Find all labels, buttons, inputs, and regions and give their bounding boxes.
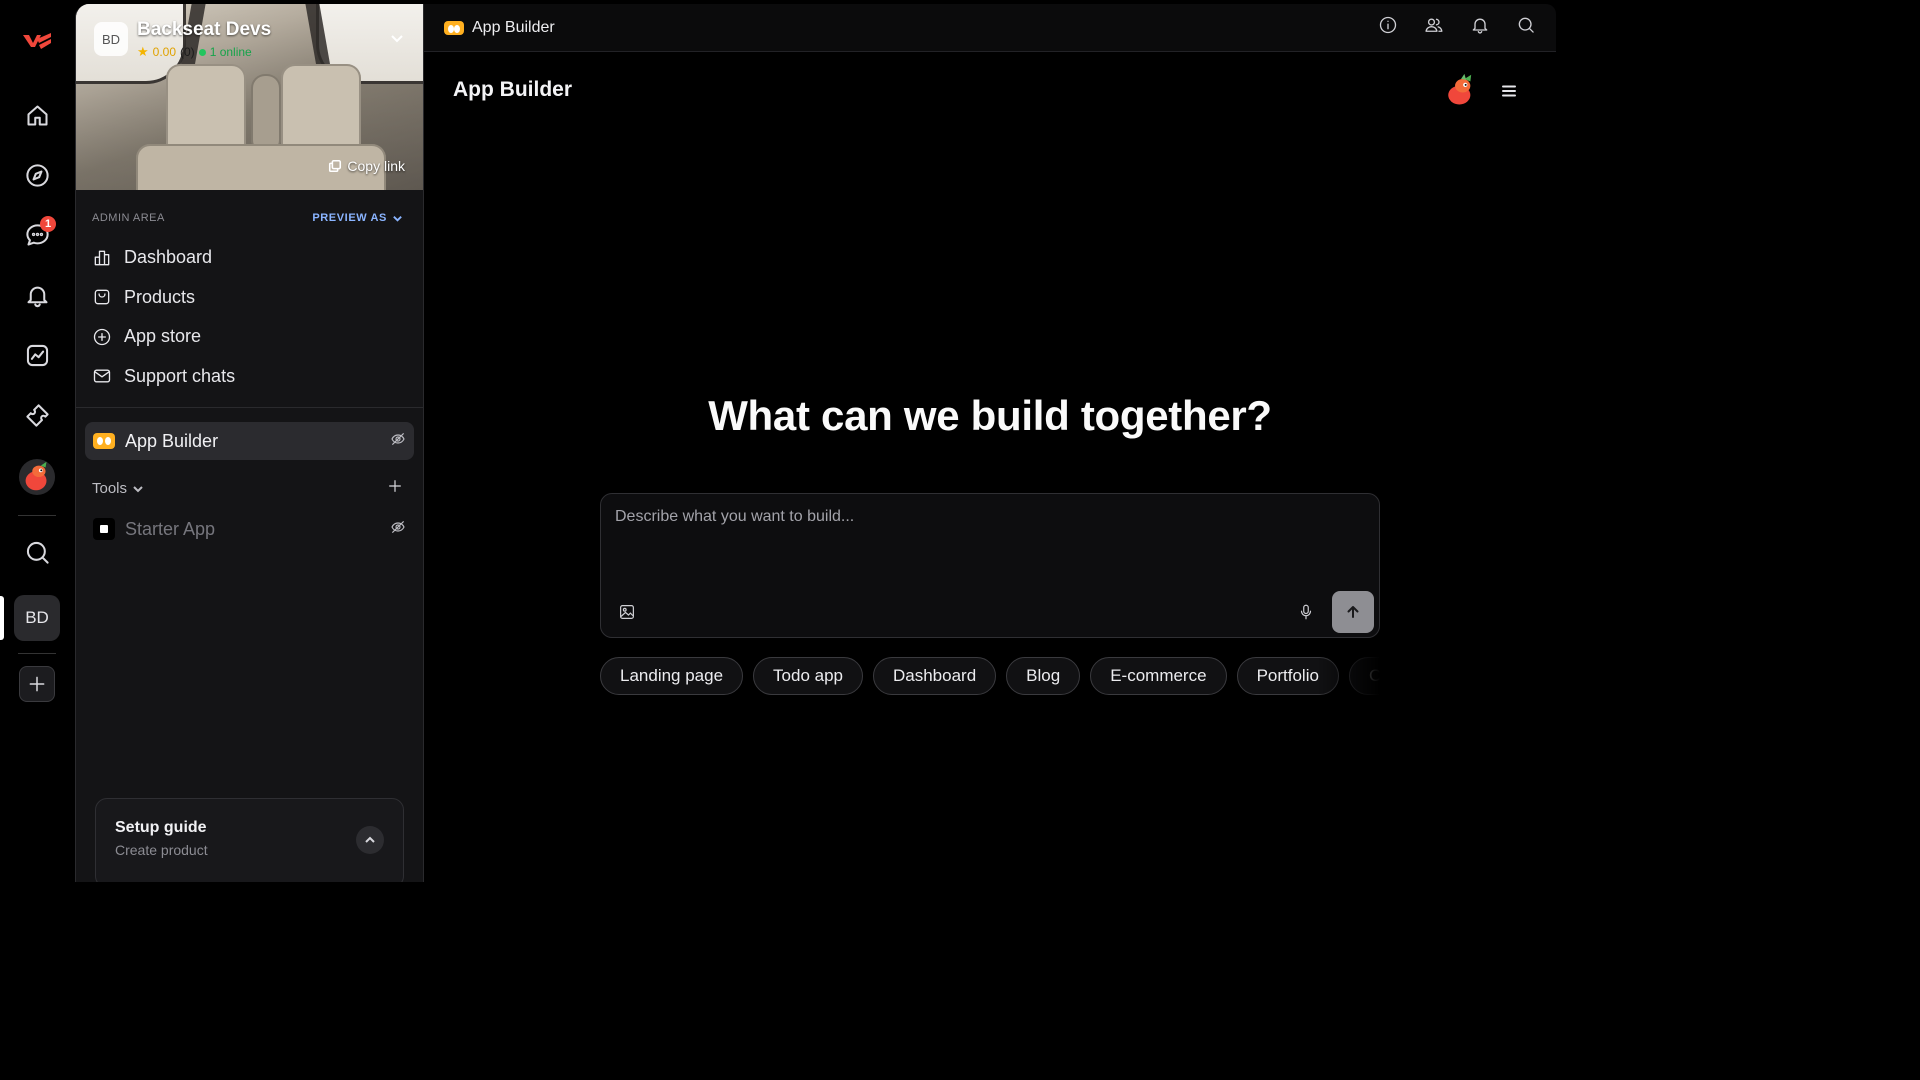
chevron-down-icon: [133, 485, 143, 492]
nav-item-products[interactable]: Products: [92, 278, 235, 318]
workspace-meta: ★ 0.00 (0) 1 online: [137, 44, 252, 60]
copy-link-label: Copy link: [347, 158, 405, 174]
nav-item-support-chats[interactable]: Support chats: [92, 357, 235, 397]
setup-guide-subtitle: Create product: [115, 842, 208, 858]
rating-value: 0.00: [152, 45, 177, 59]
cover-seat: [251, 74, 281, 154]
notification-badge: 1: [40, 216, 56, 232]
rail-active-indicator: [0, 596, 4, 640]
tools-label: Tools: [92, 480, 128, 497]
microphone-icon[interactable]: [1297, 603, 1315, 626]
starter-app-icon: [93, 518, 115, 540]
image-upload-icon[interactable]: [618, 603, 636, 626]
topbar-title-label: App Builder: [472, 18, 555, 36]
topbar-title: App Builder: [444, 19, 555, 37]
menu-icon[interactable]: [1500, 82, 1518, 105]
arrow-up-icon: [1347, 606, 1359, 618]
home-icon[interactable]: [14, 92, 60, 138]
chevron-down-icon: [393, 215, 402, 222]
setup-guide-card[interactable]: Setup guide Create product: [95, 798, 404, 882]
hero-heading: What can we build together?: [708, 392, 1272, 439]
setup-guide-title: Setup guide: [115, 819, 207, 836]
ticket-icon[interactable]: [14, 392, 60, 438]
plus-circle-icon: [93, 328, 111, 345]
send-button[interactable]: [1332, 591, 1374, 633]
chevron-down-icon[interactable]: [389, 30, 405, 51]
chevron-up-icon[interactable]: [356, 826, 384, 854]
chip-dashboard[interactable]: Dashboard: [873, 657, 997, 695]
main-content: App Builder App Builder What can we buil…: [424, 4, 1556, 882]
analytics-icon[interactable]: [14, 332, 60, 378]
rail-divider: [18, 653, 56, 654]
workspace-panel: BD Backseat Devs ★ 0.00 (0) 1 online Cop…: [75, 4, 424, 882]
nav-label: Dashboard: [124, 247, 213, 268]
app-builder-icon: [93, 433, 115, 449]
nav-label: Support chats: [124, 365, 236, 386]
nav-item-app-store[interactable]: App store: [92, 317, 235, 357]
top-bar: App Builder: [424, 4, 1556, 52]
starter-app-label: Starter App: [125, 518, 216, 539]
bar-chart-icon: [94, 250, 110, 266]
add-tool-button[interactable]: [387, 478, 403, 499]
info-icon[interactable]: [1378, 15, 1398, 40]
copy-link-button[interactable]: Copy link: [328, 158, 405, 174]
sidebar-item-starter-app[interactable]: Starter App: [93, 512, 406, 546]
online-dot-icon: [198, 48, 206, 56]
rating-count: (0): [180, 45, 195, 59]
workspace-cover: BD Backseat Devs ★ 0.00 (0) 1 online Cop…: [76, 4, 423, 190]
search-icon[interactable]: [1516, 15, 1536, 40]
bell-icon[interactable]: [1470, 15, 1490, 40]
chip-portfolio[interactable]: Portfolio: [1236, 657, 1339, 695]
compass-icon[interactable]: [14, 152, 60, 198]
workspace-avatar: BD: [94, 22, 128, 56]
search-icon[interactable]: [14, 529, 60, 575]
preview-as-label: PREVIEW AS: [312, 212, 387, 224]
mail-icon: [93, 369, 111, 383]
chip-todo-app[interactable]: Todo app: [753, 657, 863, 695]
prompt-input[interactable]: [615, 508, 1365, 578]
admin-nav: Dashboard Products App store Support cha…: [92, 238, 235, 396]
mascot-icon[interactable]: [1444, 72, 1478, 108]
workspace-switcher[interactable]: BD: [14, 595, 60, 641]
copy-icon: [329, 159, 342, 173]
members-icon[interactable]: [1424, 15, 1444, 40]
plus-icon: [29, 676, 45, 692]
nav-item-dashboard[interactable]: Dashboard: [92, 238, 235, 278]
tools-section-header: Tools: [92, 478, 403, 499]
brand-logo[interactable]: [14, 18, 60, 64]
suggestion-chips: Landing page Todo app Dashboard Blog E-c…: [600, 657, 1380, 697]
chat-icon[interactable]: 1: [14, 212, 60, 258]
app-builder-label: App Builder: [125, 430, 219, 451]
star-icon: ★: [137, 44, 149, 59]
eye-off-icon[interactable]: [390, 431, 406, 452]
sidebar-item-app-builder[interactable]: App Builder: [85, 422, 414, 460]
admin-area-label: ADMIN AREA: [92, 212, 165, 224]
online-count: 1 online: [209, 45, 252, 59]
nav-label: App store: [124, 326, 202, 347]
workspace-name[interactable]: Backseat Devs: [137, 19, 271, 41]
app-builder-icon: [444, 20, 464, 35]
chip-e-commerce[interactable]: E-commerce: [1090, 657, 1227, 695]
eye-off-icon[interactable]: [390, 519, 406, 540]
app-root: 1 BD BD Backseat Devs ★ 0.00 (0) 1 onlin…: [0, 0, 1568, 882]
admin-area-header: ADMIN AREA PREVIEW AS: [92, 212, 403, 224]
bell-icon[interactable]: [14, 272, 60, 318]
topbar-actions: [1378, 15, 1536, 40]
bag-icon: [94, 289, 110, 305]
mascot-avatar[interactable]: [14, 454, 60, 500]
page-title: App Builder: [453, 78, 572, 101]
icon-rail: 1 BD: [0, 0, 75, 882]
add-workspace-button[interactable]: [19, 666, 55, 702]
chip-more[interactable]: C: [1348, 657, 1380, 695]
tools-toggle[interactable]: Tools: [92, 480, 144, 497]
plus-icon: [389, 480, 401, 492]
prompt-box: [600, 493, 1380, 638]
preview-as-button[interactable]: PREVIEW AS: [312, 212, 403, 224]
chip-blog[interactable]: Blog: [1006, 657, 1081, 695]
chip-landing-page[interactable]: Landing page: [600, 657, 744, 695]
rail-divider: [18, 515, 56, 516]
nav-label: Products: [124, 286, 196, 307]
panel-divider: [76, 407, 423, 408]
